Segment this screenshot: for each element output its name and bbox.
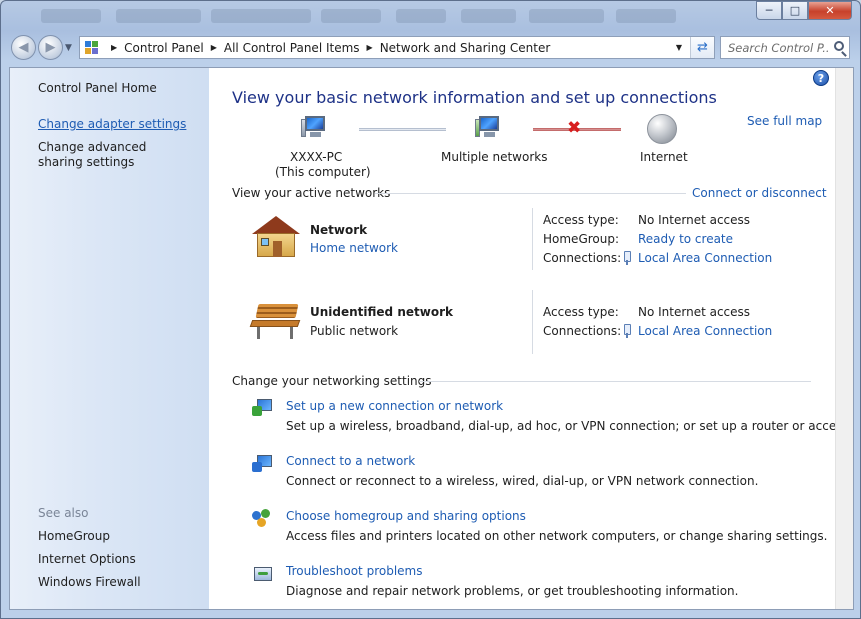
background-ghost bbox=[116, 9, 201, 23]
ethernet-icon bbox=[623, 251, 631, 265]
back-arrow-icon: ◀ bbox=[18, 40, 29, 55]
local-area-connection-link[interactable]: Local Area Connection bbox=[638, 324, 772, 338]
section-divider bbox=[375, 193, 686, 194]
sidebar-control-panel-home[interactable]: Control Panel Home bbox=[38, 81, 157, 96]
network-type: Public network bbox=[310, 324, 399, 338]
sidebar-change-adapter-settings[interactable]: Change adapter settings bbox=[38, 117, 186, 132]
sidebar-internet-options[interactable]: Internet Options bbox=[38, 552, 136, 567]
computer-subtitle: (This computer) bbox=[275, 165, 371, 179]
new-connection-icon bbox=[252, 398, 274, 418]
maximize-icon: □ bbox=[789, 4, 801, 17]
window-controls: ─ □ ✕ bbox=[756, 1, 852, 20]
sidebar-homegroup[interactable]: HomeGroup bbox=[38, 529, 110, 544]
troubleshoot-problems-link[interactable]: Troubleshoot problems bbox=[286, 564, 422, 578]
search-icon[interactable] bbox=[834, 41, 844, 51]
active-networks-heading: View your active networks bbox=[232, 186, 391, 200]
network-divider bbox=[532, 208, 533, 270]
background-ghost bbox=[396, 9, 446, 23]
internet-globe-icon[interactable] bbox=[647, 114, 677, 144]
homegroup-sharing-icon bbox=[252, 509, 274, 529]
network-divider bbox=[532, 290, 533, 354]
network-name: Network bbox=[310, 223, 368, 237]
background-ghost bbox=[461, 9, 516, 23]
homegroup-sharing-options-desc: Access files and printers located on oth… bbox=[286, 529, 828, 543]
navigation-bar: ◀ ▶ ▼ ▶ Control Panel ▶ All Control Pane… bbox=[1, 31, 860, 65]
address-dropdown-icon[interactable]: ▼ bbox=[670, 37, 688, 58]
home-network-house-icon bbox=[252, 216, 300, 260]
search-input[interactable] bbox=[728, 40, 828, 55]
access-type-label: Access type: bbox=[543, 213, 619, 227]
sidebar-windows-firewall[interactable]: Windows Firewall bbox=[38, 575, 141, 590]
troubleshoot-problems-desc: Diagnose and repair network problems, or… bbox=[286, 584, 739, 598]
connect-to-network-icon bbox=[252, 454, 274, 474]
network-name: Unidentified network bbox=[310, 305, 453, 319]
access-type-value: No Internet access bbox=[638, 305, 751, 319]
connect-to-network-desc: Connect or reconnect to a wireless, wire… bbox=[286, 474, 759, 488]
connections-label: Connections: bbox=[543, 251, 622, 265]
refresh-icon: ⇄ bbox=[697, 40, 708, 55]
address-bar[interactable]: ▶ Control Panel ▶ All Control Panel Item… bbox=[79, 36, 715, 59]
homegroup-label: HomeGroup: bbox=[543, 232, 620, 246]
see-full-map-link[interactable]: See full map bbox=[747, 114, 822, 128]
minimize-button[interactable]: ─ bbox=[756, 1, 782, 20]
homegroup-ready-link[interactable]: Ready to create bbox=[638, 232, 733, 246]
forward-arrow-icon: ▶ bbox=[45, 40, 56, 55]
breadcrumb-separator-icon[interactable]: ▶ bbox=[367, 43, 373, 52]
forward-button[interactable]: ▶ bbox=[38, 35, 63, 60]
connect-or-disconnect-link[interactable]: Connect or disconnect bbox=[692, 186, 827, 200]
connections-label: Connections: bbox=[543, 324, 622, 338]
control-panel-icon bbox=[85, 40, 100, 55]
network-type-link[interactable]: Home network bbox=[310, 241, 398, 255]
main-content: View your basic network information and … bbox=[209, 68, 853, 609]
close-icon: ✕ bbox=[825, 4, 835, 17]
local-area-connection-link[interactable]: Local Area Connection bbox=[638, 251, 772, 265]
scrollbar[interactable] bbox=[835, 68, 853, 609]
troubleshoot-icon bbox=[252, 565, 274, 585]
breadcrumb-control-panel[interactable]: Control Panel bbox=[124, 41, 204, 55]
breadcrumb-all-items[interactable]: All Control Panel Items bbox=[224, 41, 360, 55]
minimize-icon: ─ bbox=[765, 4, 773, 17]
help-icon[interactable]: ? bbox=[813, 70, 829, 86]
page-title: View your basic network information and … bbox=[232, 88, 717, 107]
multiple-networks-icon[interactable] bbox=[475, 115, 501, 139]
breadcrumb-network-sharing-center[interactable]: Network and Sharing Center bbox=[380, 41, 551, 55]
maximize-button[interactable]: □ bbox=[782, 1, 808, 20]
close-button[interactable]: ✕ bbox=[808, 1, 852, 20]
breadcrumb-separator-icon[interactable]: ▶ bbox=[211, 43, 217, 52]
back-button[interactable]: ◀ bbox=[11, 35, 36, 60]
search-box bbox=[720, 36, 850, 59]
multiple-networks-label: Multiple networks bbox=[441, 150, 548, 164]
see-also-label: See also bbox=[38, 506, 89, 520]
computer-name: XXXX-PC bbox=[290, 150, 343, 164]
networking-settings-heading: Change your networking settings bbox=[232, 374, 432, 388]
client-area: Control Panel Home Change adapter settin… bbox=[9, 67, 854, 610]
setup-new-connection-desc: Set up a wireless, broadband, dial-up, a… bbox=[286, 419, 854, 433]
setup-new-connection-link[interactable]: Set up a new connection or network bbox=[286, 399, 503, 413]
section-divider bbox=[419, 381, 811, 382]
homegroup-sharing-options-link[interactable]: Choose homegroup and sharing options bbox=[286, 509, 526, 523]
map-connection-line bbox=[359, 128, 446, 131]
access-type-label: Access type: bbox=[543, 305, 619, 319]
breadcrumb-separator-icon[interactable]: ▶ bbox=[111, 43, 117, 52]
recent-pages-dropdown[interactable]: ▼ bbox=[65, 43, 72, 53]
access-type-value: No Internet access bbox=[638, 213, 751, 227]
background-ghost bbox=[529, 9, 604, 23]
background-ghost bbox=[41, 9, 101, 23]
connect-to-network-link[interactable]: Connect to a network bbox=[286, 454, 415, 468]
refresh-button[interactable]: ⇄ bbox=[690, 37, 714, 58]
window: ─ □ ✕ ◀ ▶ ▼ ▶ Control Panel ▶ All Contro… bbox=[0, 0, 861, 619]
title-bar[interactable]: ─ □ ✕ bbox=[1, 1, 860, 31]
internet-label: Internet bbox=[640, 150, 688, 164]
background-ghost bbox=[616, 9, 676, 23]
background-ghost bbox=[321, 9, 381, 23]
ethernet-icon bbox=[623, 324, 631, 338]
sidebar-change-advanced-sharing[interactable]: Change advanced sharing settings bbox=[38, 140, 188, 170]
background-ghost bbox=[211, 9, 311, 23]
computer-icon[interactable] bbox=[301, 115, 327, 139]
public-network-bench-icon bbox=[249, 300, 301, 340]
sidebar: Control Panel Home Change adapter settin… bbox=[10, 68, 209, 609]
no-connection-x-icon: ✖ bbox=[567, 118, 582, 138]
